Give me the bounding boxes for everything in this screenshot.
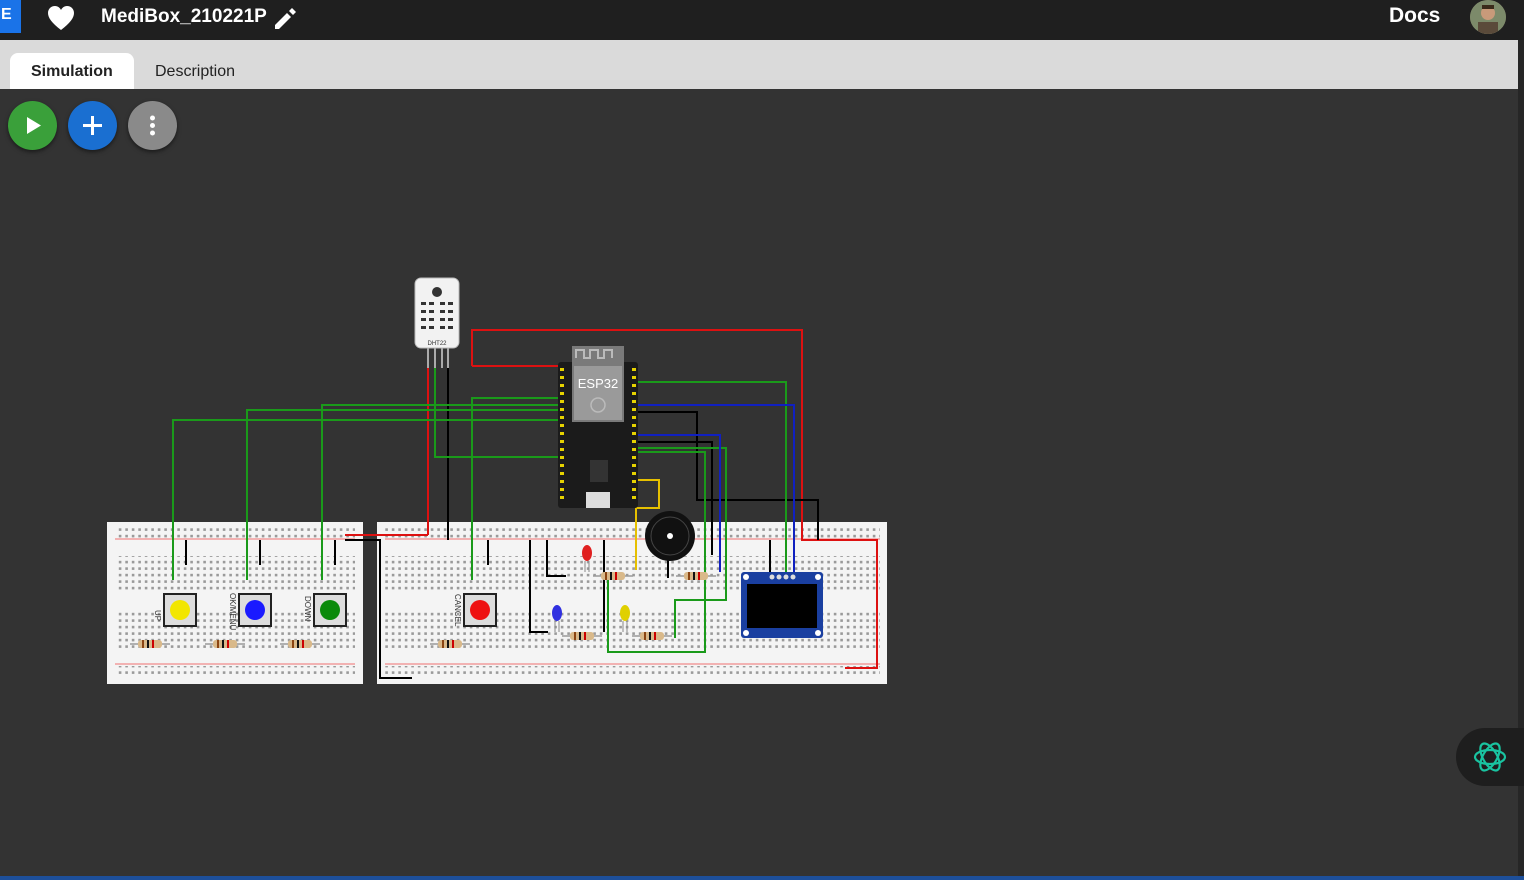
button-ok-menu-label: OK/MENU (228, 593, 237, 631)
button-down[interactable]: DOWN (303, 593, 347, 627)
button-up-label: UP (153, 610, 162, 621)
button-down-label: DOWN (303, 596, 312, 622)
dht22-label: DHT22 (427, 341, 447, 347)
bottom-border (0, 876, 1524, 880)
assistant-button[interactable] (1456, 728, 1524, 786)
button-cancel-label: CANCEL (453, 594, 462, 627)
esp32-label: ESP32 (578, 376, 618, 391)
button-ok-menu[interactable]: OK/MENU (228, 593, 272, 631)
circuit-canvas[interactable]: DHT22 ESP32 UP OK/MENU DOWN CANCEL (0, 0, 1524, 880)
esp32-board[interactable]: ESP32 (558, 346, 638, 508)
oled-display[interactable] (741, 572, 823, 638)
ai-assistant-icon (1473, 742, 1507, 772)
button-cancel[interactable]: CANCEL (453, 593, 497, 627)
buzzer[interactable] (645, 511, 695, 561)
dht22-sensor[interactable]: DHT22 (414, 277, 460, 368)
